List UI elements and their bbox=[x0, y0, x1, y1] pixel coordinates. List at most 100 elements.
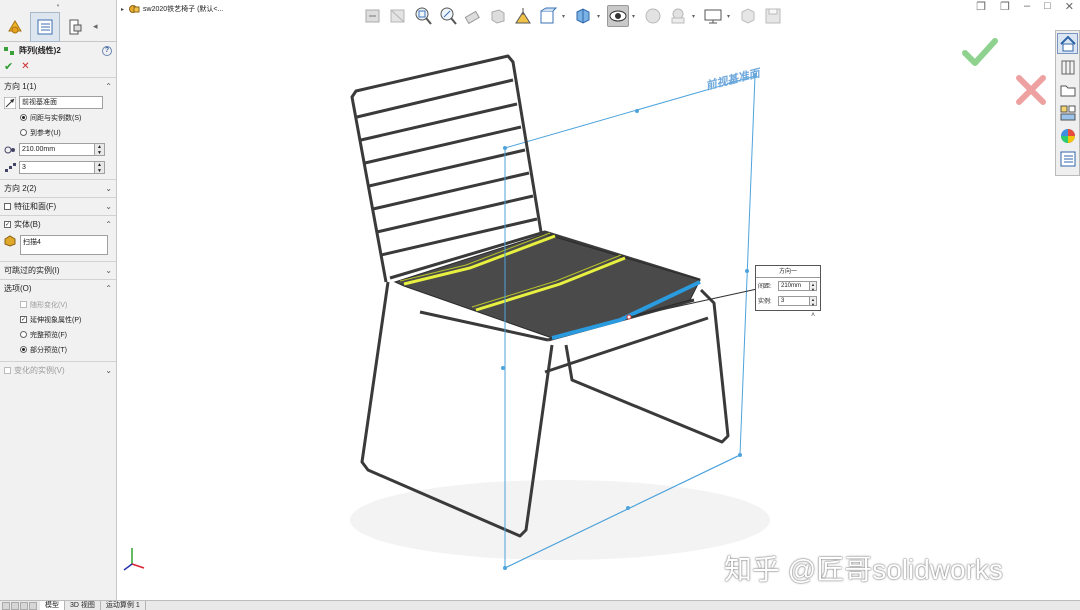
tab-model[interactable]: 模型 bbox=[40, 601, 65, 610]
hide-show-items-button[interactable] bbox=[607, 5, 629, 27]
expand-chevron-icon[interactable]: ⌄ bbox=[105, 184, 112, 193]
callout-spacing-input[interactable]: 210mm bbox=[778, 280, 810, 291]
tab-3d-view[interactable]: 3D 视图 bbox=[65, 601, 101, 610]
save-icon bbox=[765, 8, 781, 24]
radio-spacing-instances[interactable] bbox=[20, 114, 27, 121]
direction-handle[interactable] bbox=[626, 314, 632, 320]
breadcrumb: ▸ sw2020铁艺椅子 (默认<... bbox=[121, 4, 223, 14]
task-pane-design-library[interactable] bbox=[1057, 56, 1078, 77]
display-style-button[interactable] bbox=[572, 5, 594, 27]
spacing-input[interactable]: 210.00mm bbox=[19, 143, 95, 156]
callout-count-input[interactable]: 3 bbox=[778, 295, 810, 306]
callout-collapse-icon[interactable]: ˄ bbox=[811, 312, 815, 319]
instances-input[interactable]: 3 bbox=[19, 161, 95, 174]
radio-spacing-row[interactable]: 间距与实例数(S) bbox=[0, 110, 116, 125]
graphics-area[interactable] bbox=[118, 30, 1050, 600]
vary-instances-header[interactable]: 变化的实例(V) ⌄ bbox=[0, 362, 116, 379]
collapse-chevron-icon[interactable]: ⌃ bbox=[105, 220, 112, 229]
propagate-visual-row[interactable]: ✓ 延伸视象属性(P) bbox=[0, 312, 116, 327]
bodies-section: ✓ 实体(B) ⌃ 扫描4 bbox=[0, 215, 116, 255]
property-manager-tab[interactable] bbox=[30, 12, 60, 42]
tabs-scroll-icon[interactable]: ◂ bbox=[90, 12, 98, 41]
dropdown-arrow-icon[interactable]: ▾ bbox=[562, 13, 569, 20]
help-icon[interactable]: ? bbox=[102, 45, 112, 56]
tab-motion-study[interactable]: 运动算例 1 bbox=[101, 601, 146, 610]
callout-spacing-spinner[interactable]: ▲ ▼ bbox=[810, 280, 817, 292]
pm-actions: ✔ ✕ bbox=[0, 59, 116, 73]
home-icon bbox=[1059, 35, 1076, 51]
bodies-checkbox[interactable]: ✓ bbox=[4, 221, 11, 228]
tile-icon[interactable]: ❐ bbox=[1000, 0, 1010, 13]
collapse-chevron-icon[interactable]: ⌃ bbox=[105, 82, 112, 91]
dropdown-arrow-icon[interactable]: ▾ bbox=[597, 13, 604, 20]
task-pane-appearances[interactable] bbox=[1057, 125, 1078, 146]
watermark: 知乎 @匠哥solidworks bbox=[724, 554, 1003, 585]
section-plane-button[interactable] bbox=[487, 5, 509, 27]
radio-up-to-reference[interactable] bbox=[20, 129, 27, 136]
direction1-header[interactable]: 方向 1(1) ⌃ bbox=[0, 78, 116, 95]
options-header[interactable]: 选项(O) ⌃ bbox=[0, 280, 116, 297]
options-section: 选项(O) ⌃ 随形变化(V) ✓ 延伸视象属性(P) 完整预览(F) 部分预览… bbox=[0, 279, 116, 357]
callout-spacing-row: 间距: 210mm ▲ ▼ bbox=[756, 278, 820, 293]
chair-seat[interactable] bbox=[393, 233, 701, 339]
tab-prev-button[interactable] bbox=[11, 601, 19, 610]
tab-last-button[interactable] bbox=[29, 601, 37, 610]
skip-instances-header[interactable]: 可跳过的实例(I) ⌄ bbox=[0, 262, 116, 279]
document-name[interactable]: sw2020铁艺椅子 (默认<... bbox=[143, 4, 223, 14]
apply-scene-button[interactable] bbox=[667, 5, 689, 27]
task-pane-file-explorer[interactable] bbox=[1057, 79, 1078, 100]
view-orientation-button[interactable] bbox=[462, 5, 484, 27]
tab-next-button[interactable] bbox=[20, 601, 28, 610]
radio-upto-label: 到参考(U) bbox=[30, 129, 61, 137]
bodies-header[interactable]: ✓ 实体(B) ⌃ bbox=[0, 216, 116, 233]
tab-first-button[interactable] bbox=[2, 601, 10, 610]
view-display-button[interactable] bbox=[702, 5, 724, 27]
ok-button[interactable]: ✔ bbox=[4, 60, 13, 73]
expand-chevron-icon[interactable]: ⌄ bbox=[105, 266, 112, 275]
direction-reference-field[interactable]: 前视基准面 bbox=[19, 96, 103, 109]
instances-spinner[interactable]: ▲ ▼ bbox=[95, 161, 105, 174]
bodies-list-item[interactable]: 扫描4 bbox=[23, 239, 41, 246]
dynamic-annotation-button[interactable] bbox=[512, 5, 534, 27]
callout-count-spinner[interactable]: ▲ ▼ bbox=[810, 295, 817, 307]
configuration-manager-tab[interactable] bbox=[60, 12, 90, 42]
expand-chevron-icon[interactable]: ⌄ bbox=[105, 202, 112, 211]
instances-icon bbox=[5, 162, 16, 172]
task-pane-home[interactable] bbox=[1057, 33, 1078, 54]
dropdown-arrow-icon[interactable]: ▾ bbox=[692, 13, 699, 20]
section-view-button[interactable] bbox=[387, 5, 409, 27]
render-tools-button[interactable] bbox=[737, 5, 759, 27]
minimize-button[interactable]: – bbox=[1024, 0, 1030, 13]
partial-preview-row[interactable]: 部分预览(T) bbox=[0, 342, 116, 357]
radio-full-preview[interactable] bbox=[20, 331, 27, 338]
radio-partial-preview[interactable] bbox=[20, 346, 27, 353]
edit-appearance-button[interactable] bbox=[642, 5, 664, 27]
previous-view-button[interactable] bbox=[362, 5, 384, 27]
dropdown-arrow-icon[interactable]: ▾ bbox=[632, 13, 639, 20]
view-settings-button[interactable] bbox=[537, 5, 559, 27]
direction-arrow-icon[interactable] bbox=[4, 96, 16, 109]
spacing-spinner[interactable]: ▲ ▼ bbox=[95, 143, 105, 156]
zoom-to-area-button[interactable] bbox=[437, 5, 459, 27]
dropdown-arrow-icon[interactable]: ▾ bbox=[727, 13, 734, 20]
features-faces-checkbox[interactable] bbox=[4, 203, 11, 210]
collapse-chevron-icon[interactable]: ⌃ bbox=[105, 284, 112, 293]
propagate-visual-checkbox[interactable]: ✓ bbox=[20, 316, 27, 323]
zoom-to-fit-button[interactable] bbox=[412, 5, 434, 27]
close-button[interactable]: ✕ bbox=[1065, 0, 1074, 13]
panel-grip[interactable]: • bbox=[0, 0, 116, 12]
maximize-button[interactable]: □ bbox=[1044, 0, 1051, 13]
expand-chevron-icon[interactable]: ⌄ bbox=[105, 366, 112, 375]
cancel-button[interactable]: ✕ bbox=[21, 61, 29, 72]
radio-upto-row[interactable]: 到参考(U) bbox=[0, 125, 116, 140]
breadcrumb-expand-icon[interactable]: ▸ bbox=[121, 6, 124, 13]
task-pane-view-palette[interactable] bbox=[1057, 102, 1078, 123]
restore-icon[interactable]: ❐ bbox=[976, 0, 986, 13]
save-view-button[interactable] bbox=[762, 5, 784, 27]
feature-manager-tab[interactable] bbox=[0, 12, 30, 42]
features-faces-header[interactable]: 特征和面(F) ⌄ bbox=[0, 198, 116, 215]
task-pane-custom-properties[interactable] bbox=[1057, 148, 1078, 169]
full-preview-row[interactable]: 完整预览(F) bbox=[0, 327, 116, 342]
bodies-listbox[interactable]: 扫描4 bbox=[20, 235, 108, 255]
direction2-header[interactable]: 方向 2(2) ⌄ bbox=[0, 180, 116, 197]
